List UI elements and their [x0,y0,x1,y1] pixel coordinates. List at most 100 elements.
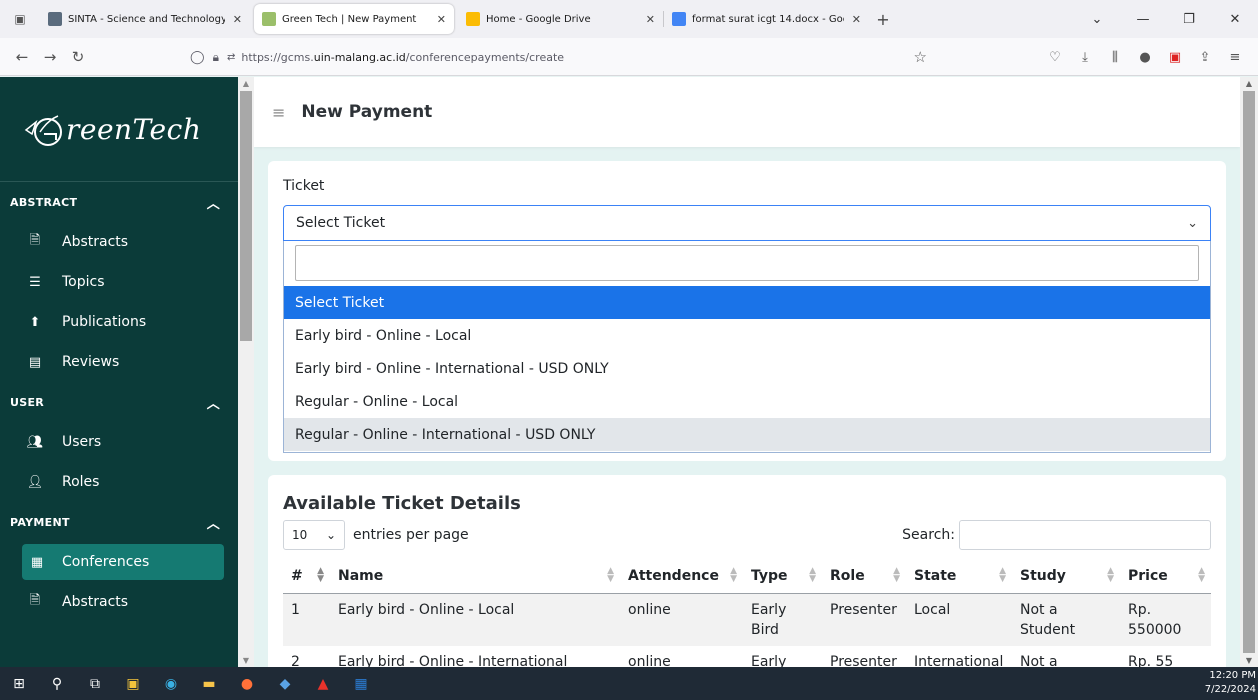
acrobat-icon[interactable]: ▲ [304,667,342,700]
sidebar-item-abstracts[interactable]: 🗎︎ Abstracts [0,222,238,262]
section-payment[interactable]: PAYMENT ︿ [0,502,238,542]
sidebar-scroll-thumb[interactable] [240,91,252,341]
ticket-search-input[interactable] [295,245,1199,281]
list-icon: ☰ [29,274,41,290]
scroll-up-icon[interactable]: ▲ [1240,79,1258,88]
extension-icon[interactable]: ▣ [1160,50,1190,65]
sort-icon: ▲ ▼ [730,566,737,584]
section-abstract[interactable]: ABSTRACT ︿ [0,182,238,222]
bookmark-star-icon[interactable]: ☆ [914,48,927,66]
file-explorer-icon[interactable]: ▬ [190,667,228,700]
downloads-icon[interactable]: ⤓ [1070,50,1100,65]
clock-date: 7/22/2024 [1204,684,1256,695]
ticket-option[interactable]: Regular - Online - International - USD O… [284,418,1210,451]
column-header[interactable]: Name ▲ ▼ [330,559,620,594]
google-drive-favicon-icon [466,12,480,26]
close-tab-icon[interactable]: ✕ [852,13,861,26]
scroll-down-icon[interactable]: ▼ [238,656,254,665]
sidebar-scrollbar[interactable]: ▲ ▼ [238,77,254,667]
close-tab-icon[interactable]: ✕ [646,13,655,26]
page-scrollbar[interactable]: ▲ ▼ [1240,77,1258,667]
column-header-label: Attendence [628,567,719,584]
column-header[interactable]: Type ▲ ▼ [743,559,822,594]
ticket-option[interactable]: Regular - Online - Local [284,385,1210,418]
column-header[interactable]: Attendence ▲ ▼ [620,559,743,594]
ticket-option[interactable]: Select Ticket [284,286,1210,319]
ticket-card: Ticket Select Ticket ⌄ Select Ticket Ear… [268,161,1226,461]
lock-icon[interactable]: 🔒︎ [213,50,219,65]
scroll-down-icon[interactable]: ▼ [1240,656,1258,665]
close-tab-icon[interactable]: ✕ [437,13,446,26]
firefox-icon[interactable]: ● [228,667,266,700]
column-header[interactable]: Price ▲ ▼ [1120,559,1211,594]
document-icon: 🗎︎ [29,233,41,248]
page-scroll-thumb[interactable] [1243,91,1255,653]
minimize-icon[interactable]: — [1120,12,1166,27]
entries-value: 10 [292,528,308,542]
taskbar: ⊞ ⚲ ⧉ ▣ ◉ ▬ ● ◆ ▲ ▦ 12:20 PM 7/22/2024 [0,667,1258,700]
windows-start-icon[interactable]: ⊞ [0,667,38,700]
permissions-icon[interactable]: ⇄ [227,52,235,63]
page-title: New Payment [301,102,433,122]
table-row: 2 Early bird - Online - International on… [283,646,1211,668]
brand-logo-area[interactable]: reenTech [0,77,238,182]
forward-icon[interactable]: → [36,48,64,66]
column-header[interactable]: # ▲ ▼ [283,559,330,594]
sidebar-item-topics[interactable]: ☰ Topics [0,262,238,302]
new-tab-icon[interactable]: + [869,10,897,29]
library-icon[interactable]: ⫼ [1100,50,1130,65]
url-bar[interactable]: ◯ 🔒︎ ⇄ https://gcms. uin-malang.ac.id/con… [190,43,935,71]
task-view-icon[interactable]: ⧉ [76,667,114,700]
app-icon[interactable]: ◆ [266,667,304,700]
menu-icon[interactable]: ≡ [1220,50,1250,65]
tab-google-docs[interactable]: format surat icgt 14.docx - Goo ✕ [664,4,869,34]
hamburger-menu-icon[interactable]: ≡ [272,103,285,122]
entries-select[interactable]: 10 ⌄ [283,520,345,550]
sidebar-item-roles[interactable]: 👤︎ Roles [0,462,238,502]
tab-list-icon[interactable]: ▣ [0,0,40,38]
share-icon[interactable]: ⇪ [1190,50,1220,65]
column-header[interactable]: Role ▲ ▼ [822,559,906,594]
table-cell: online [628,653,671,668]
close-window-icon[interactable]: ✕ [1212,12,1258,27]
sidebar-item-publications[interactable]: ⬆︎ Publications [0,302,238,342]
sinta-favicon-icon [48,12,62,26]
tab-title: Home - Google Drive [486,13,591,25]
table-cell: 2 [291,653,300,668]
sidebar-item-reviews[interactable]: ▤ Reviews [0,342,238,382]
ticket-option[interactable]: Early bird - Online - International - US… [284,352,1210,385]
ticket-option[interactable]: Early bird - Online - Local [284,319,1210,352]
sidebar-item-label: Topics [62,274,105,290]
browser-nav-bar: ← → ↻ ◯ 🔒︎ ⇄ https://gcms. uin-malang.ac.… [0,38,1258,76]
account-icon[interactable]: ● [1130,50,1160,65]
search-input[interactable] [959,520,1211,550]
tab-google-drive[interactable]: Home - Google Drive ✕ [458,4,663,34]
sidebar-item-payment-abstracts[interactable]: 🗎︎ Abstracts [0,582,238,622]
store-icon[interactable]: ▣ [114,667,152,700]
system-clock[interactable]: 12:20 PM 7/22/2024 [1205,669,1256,697]
scroll-up-icon[interactable]: ▲ [238,79,254,88]
close-tab-icon[interactable]: ✕ [233,13,242,26]
table-cell: 1 [283,593,330,646]
tracking-shield-icon[interactable]: ◯ [190,50,205,65]
tab-sinta[interactable]: SINTA - Science and Technology Ind ✕ [40,4,250,34]
restore-icon[interactable]: ❐ [1166,12,1212,27]
tab-overflow-chevron-icon[interactable]: ⌄ [1074,12,1120,27]
column-header[interactable]: State ▲ ▼ [906,559,1012,594]
back-icon[interactable]: ← [8,48,36,66]
section-user[interactable]: USER ︿ [0,382,238,422]
word-icon[interactable]: ▦ [342,667,380,700]
ticket-dropdown: Select Ticket Early bird - Online - Loca… [283,241,1211,453]
reload-icon[interactable]: ↻ [64,48,92,66]
column-header[interactable]: Study ▲ ▼ [1012,559,1120,594]
sidebar-item-users[interactable]: 👥︎ Users [0,422,238,462]
pocket-icon[interactable]: ♡ [1040,50,1070,65]
sidebar-item-conferences[interactable]: ▦ Conferences [22,544,224,580]
tab-green-tech[interactable]: Green Tech | New Payment ✕ [254,4,454,34]
ticket-select[interactable]: Select Ticket ⌄ [283,205,1211,241]
sort-icon: ▲ ▼ [999,566,1006,584]
search-icon[interactable]: ⚲ [38,667,76,700]
edge-icon[interactable]: ◉ [152,667,190,700]
upload-circle-icon: ⬆︎ [29,314,41,330]
column-header-label: Role [830,567,865,584]
